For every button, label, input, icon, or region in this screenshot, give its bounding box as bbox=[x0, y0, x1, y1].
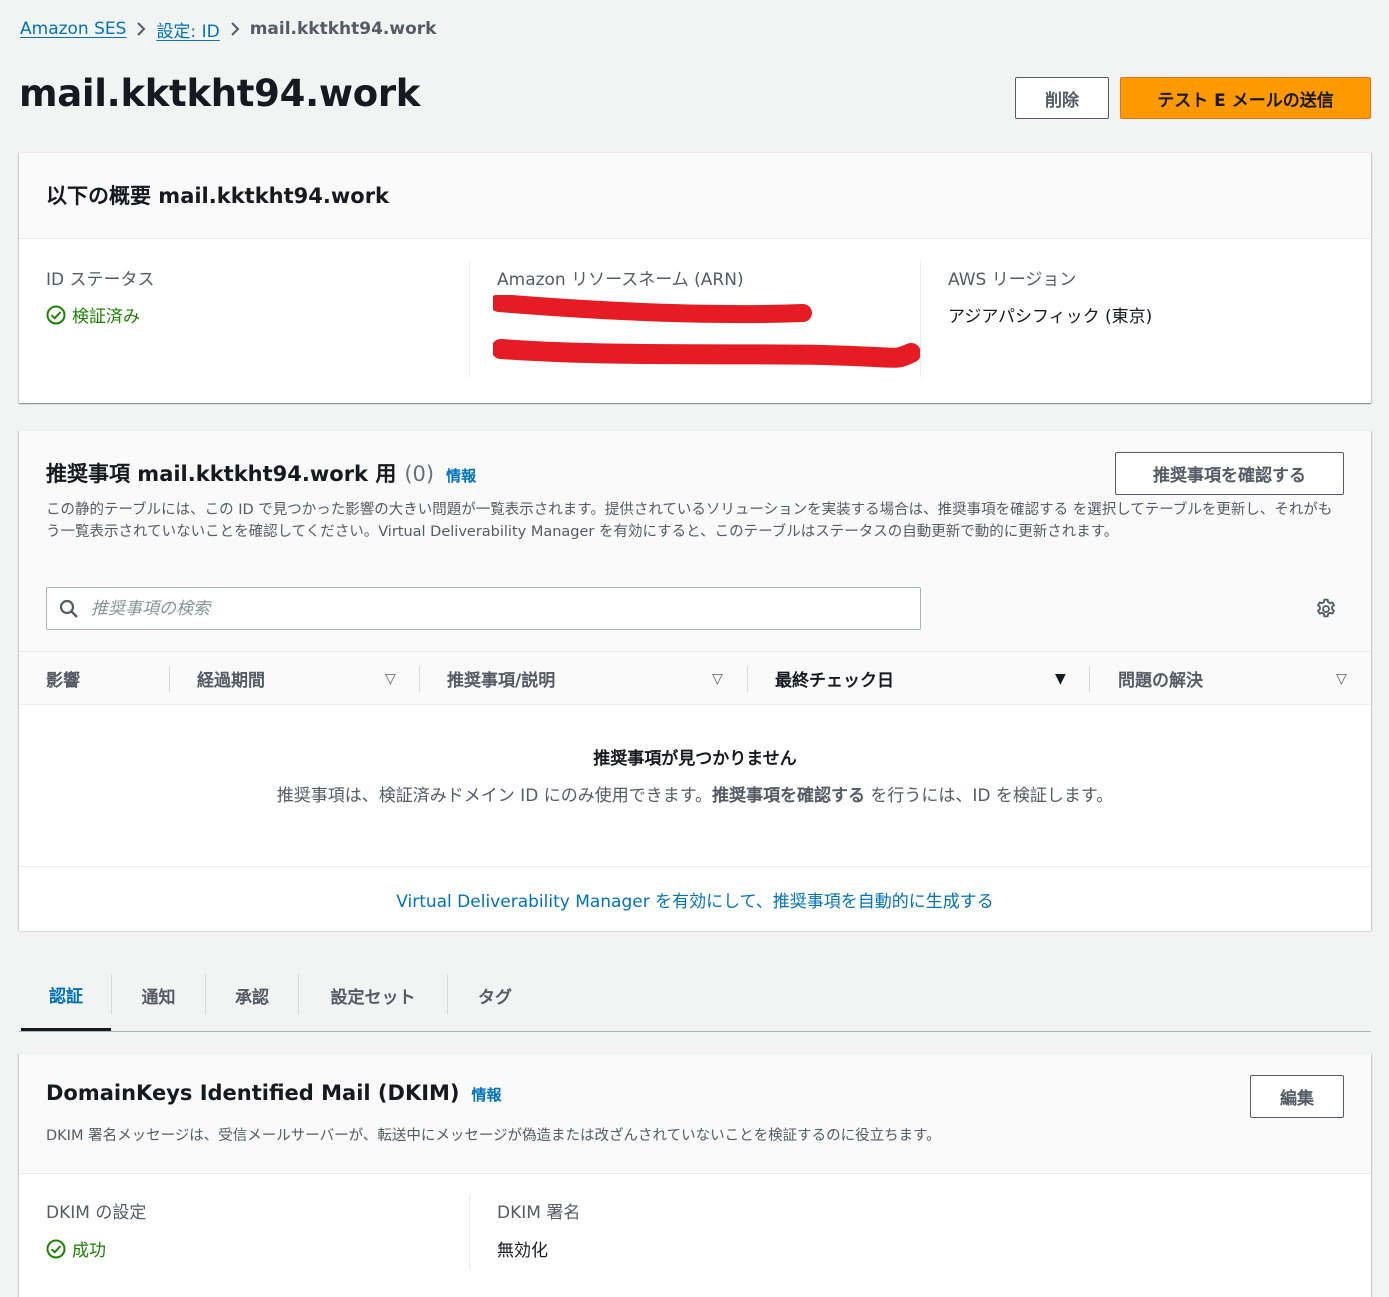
recommendations-title-row: 推奨事項 mail.kktkht94.work 用 (0) 情報 bbox=[46, 458, 476, 488]
recommendations-description: この静的テーブルには、この ID で見つかった影響の大きい問題が一覧表示されます… bbox=[46, 502, 1333, 540]
tab-notifications[interactable]: 通知 bbox=[112, 960, 205, 1031]
empty-state-title: 推奨事項が見つかりません bbox=[593, 749, 797, 769]
dkim-body: DKIM の設定 成功 DKIM 署名 無効化 bbox=[19, 1174, 1371, 1297]
check-circle-icon bbox=[46, 1239, 66, 1258]
status-value: 検証済み bbox=[46, 302, 140, 327]
column-separator bbox=[169, 666, 170, 692]
tab-authentication[interactable]: 認証 bbox=[21, 960, 111, 1031]
column-impact[interactable]: 影響 bbox=[46, 652, 80, 704]
recommendations-title: 推奨事項 mail.kktkht94.work 用 bbox=[46, 462, 397, 486]
summary-header: 以下の概要 mail.kktkht94.work bbox=[19, 153, 1371, 239]
dkim-config-column: DKIM の設定 成功 bbox=[46, 1174, 466, 1297]
empty-state-text-part: 推奨事項は、検証済みドメイン ID にのみ使用できます。 bbox=[276, 786, 712, 806]
column-separator bbox=[419, 666, 420, 692]
dkim-config-label: DKIM の設定 bbox=[46, 1203, 147, 1223]
status-column: ID ステータス 検証済み bbox=[46, 239, 466, 404]
enable-vdm-link[interactable]: Virtual Deliverability Manager を有効にして、推奨… bbox=[396, 887, 994, 912]
recommendations-footer: Virtual Deliverability Manager を有効にして、推奨… bbox=[19, 867, 1371, 931]
dkim-signing-value: 無効化 bbox=[497, 1241, 548, 1261]
redaction-scribble bbox=[493, 295, 921, 368]
edit-dkim-button[interactable]: 編集 bbox=[1250, 1075, 1344, 1118]
check-circle-icon bbox=[46, 305, 66, 324]
recommendations-panel: 推奨事項 mail.kktkht94.work 用 (0) 情報 推奨事項を確認… bbox=[19, 430, 1371, 931]
dkim-title: DomainKeys Identified Mail (DKIM) bbox=[46, 1081, 460, 1105]
arn-label: Amazon リソースネーム (ARN) bbox=[497, 270, 744, 290]
search-input[interactable] bbox=[91, 598, 920, 619]
tab-authorization[interactable]: 承認 bbox=[206, 960, 298, 1031]
summary-panel: 以下の概要 mail.kktkht94.work ID ステータス 検証済み A… bbox=[19, 152, 1371, 403]
info-link[interactable]: 情報 bbox=[472, 1084, 502, 1105]
breadcrumb-identities[interactable]: 設定: ID bbox=[156, 17, 219, 42]
empty-state: 推奨事項が見つかりません 推奨事項は、検証済みドメイン ID にのみ使用できます… bbox=[19, 705, 1371, 867]
sort-down-icon[interactable]: ▽ bbox=[385, 671, 396, 687]
chevron-right-icon bbox=[220, 21, 250, 37]
empty-state-text: 推奨事項は、検証済みドメイン ID にのみ使用できます。推奨事項を確認する を行… bbox=[19, 781, 1371, 806]
breadcrumb-amazon-ses[interactable]: Amazon SES bbox=[20, 19, 126, 39]
sort-down-icon[interactable]: ▽ bbox=[712, 671, 723, 687]
column-separator bbox=[747, 666, 748, 692]
recommendations-count: (0) bbox=[404, 462, 435, 486]
dkim-panel: DomainKeys Identified Mail (DKIM) 情報 編集 … bbox=[19, 1053, 1371, 1297]
dkim-signing-label: DKIM 署名 bbox=[497, 1203, 581, 1223]
column-recommendation[interactable]: 推奨事項/説明 bbox=[447, 652, 555, 704]
detail-tabs: 認証 通知 承認 設定セット タグ bbox=[19, 960, 1371, 1032]
status-label: ID ステータス bbox=[46, 270, 155, 290]
info-link[interactable]: 情報 bbox=[446, 465, 476, 486]
dkim-title-row: DomainKeys Identified Mail (DKIM) 情報 bbox=[46, 1081, 502, 1105]
region-value: アジアパシフィック (東京) bbox=[948, 307, 1153, 327]
empty-state-text-bold: 推奨事項を確認する bbox=[712, 786, 865, 806]
search-field[interactable] bbox=[46, 587, 921, 630]
dkim-signing-column: DKIM 署名 無効化 bbox=[497, 1174, 917, 1297]
column-age[interactable]: 経過期間 bbox=[197, 652, 265, 704]
status-value-text: 検証済み bbox=[72, 307, 140, 327]
column-divider bbox=[920, 261, 921, 377]
search-icon bbox=[59, 599, 78, 618]
breadcrumb: Amazon SES 設定: ID mail.kktkht94.work bbox=[20, 17, 437, 42]
delete-button[interactable]: 削除 bbox=[1015, 77, 1109, 119]
send-test-email-button[interactable]: テスト E メールの送信 bbox=[1120, 77, 1371, 119]
region-label: AWS リージョン bbox=[948, 270, 1077, 290]
sort-active-down-icon[interactable]: ▼ bbox=[1055, 671, 1066, 687]
column-separator bbox=[1089, 666, 1090, 692]
tab-configuration-set[interactable]: 設定セット bbox=[299, 960, 447, 1031]
dkim-header: DomainKeys Identified Mail (DKIM) 情報 編集 … bbox=[19, 1054, 1371, 1174]
column-last-checked[interactable]: 最終チェック日 bbox=[775, 652, 894, 704]
dkim-config-value-text: 成功 bbox=[72, 1241, 106, 1261]
column-divider bbox=[469, 261, 470, 377]
gear-icon[interactable] bbox=[1315, 598, 1337, 620]
summary-title: 以下の概要 mail.kktkht94.work bbox=[46, 184, 390, 208]
review-recommendations-button[interactable]: 推奨事項を確認する bbox=[1115, 452, 1344, 495]
chevron-right-icon bbox=[126, 21, 156, 37]
region-column: AWS リージョン アジアパシフィック (東京) bbox=[948, 239, 1348, 404]
table-header: 影響 経過期間 ▽ 推奨事項/説明 ▽ 最終チェック日 ▼ 問題の解決 ▽ bbox=[19, 651, 1371, 705]
summary-body: ID ステータス 検証済み Amazon リソースネーム (ARN) AWS リ… bbox=[19, 239, 1371, 404]
dkim-description: DKIM 署名メッセージは、受信メールサーバーが、転送中にメッセージが偽造または… bbox=[46, 1128, 941, 1144]
empty-state-text-part: を行うには、ID を検証します。 bbox=[865, 786, 1114, 806]
column-resolution[interactable]: 問題の解決 bbox=[1118, 652, 1203, 704]
column-divider bbox=[469, 1194, 470, 1270]
breadcrumb-current: mail.kktkht94.work bbox=[249, 19, 437, 39]
dkim-config-value: 成功 bbox=[46, 1236, 106, 1261]
sort-down-icon[interactable]: ▽ bbox=[1336, 671, 1347, 687]
page-title: mail.kktkht94.work bbox=[19, 72, 421, 115]
tab-tags[interactable]: タグ bbox=[448, 960, 542, 1031]
arn-column: Amazon リソースネーム (ARN) bbox=[493, 239, 921, 404]
